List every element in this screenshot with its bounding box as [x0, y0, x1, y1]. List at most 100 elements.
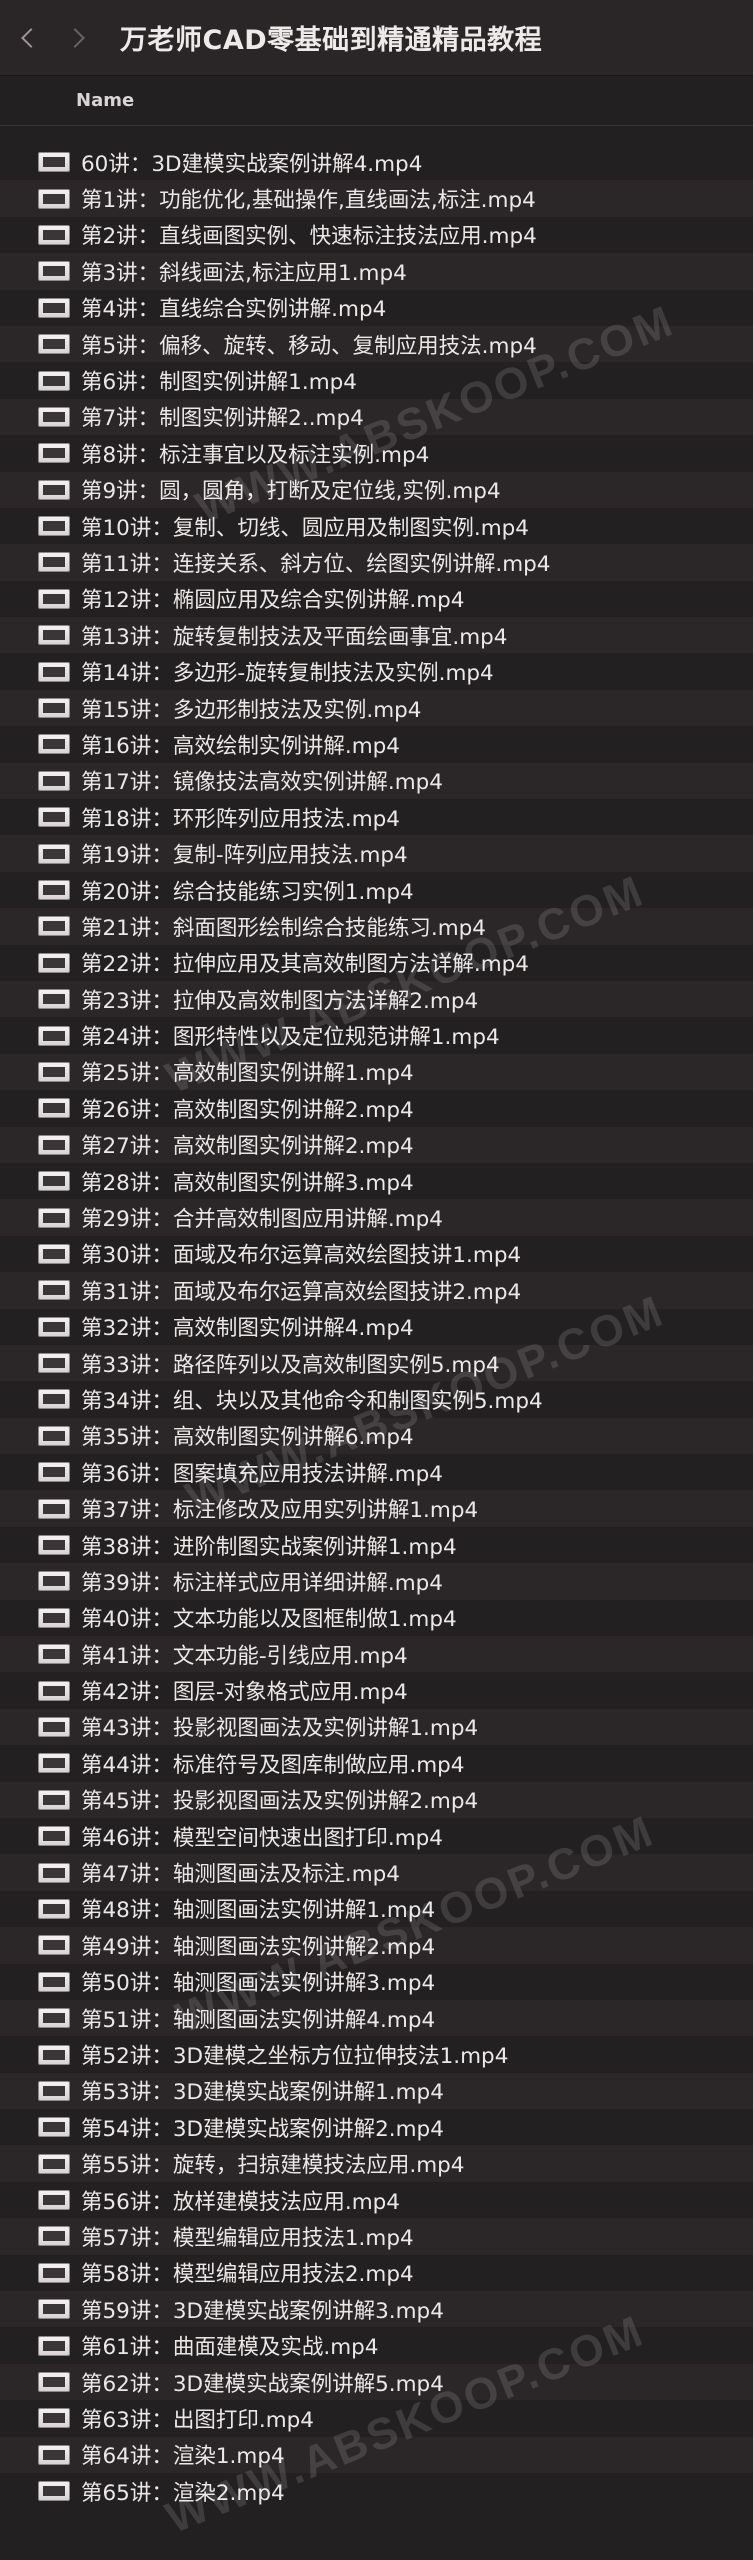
file-row[interactable]: 第32讲：高效制图实例讲解4.mp4: [0, 1309, 753, 1345]
file-name: 第28讲：高效制图实例讲解3.mp4: [81, 1170, 414, 1196]
file-name: 第34讲：组、块以及其他命令和制图实例5.mp4: [81, 1388, 543, 1414]
video-file-icon: [38, 443, 70, 464]
video-file-icon: [38, 734, 70, 755]
file-row[interactable]: 第38讲：进阶制图实战案例讲解1.mp4: [0, 1527, 753, 1563]
file-row[interactable]: 第8讲：标注事宜以及标注实例.mp4: [0, 435, 753, 471]
video-file-icon: [38, 152, 70, 173]
video-file-icon: [38, 770, 70, 791]
file-name: 第27讲：高效制图实例讲解2.mp4: [81, 1134, 414, 1160]
file-row[interactable]: 第39讲：标注样式应用详细讲解.mp4: [0, 1563, 753, 1600]
file-row[interactable]: 第20讲：综合技能练习实例1.mp4: [0, 872, 753, 908]
chevron-left-icon: [21, 27, 41, 48]
file-name: 第37讲：标注修改及应用实列讲解1.mp4: [81, 1498, 479, 1524]
file-row[interactable]: 第51讲：轴测图画法实例讲解4.mp4: [0, 1999, 753, 2037]
file-name: 第6讲：制图实例讲解1.mp4: [81, 370, 357, 396]
file-row[interactable]: 60讲：3D建模实战案例讲解4.mp4: [0, 144, 753, 180]
file-name: 第21讲：斜面图形绘制综合技能练习.mp4: [81, 915, 486, 941]
file-row[interactable]: 第63讲：出图打印.mp4: [0, 2400, 753, 2436]
video-file-icon: [38, 370, 70, 391]
file-name: 第8讲：标注事宜以及标注实例.mp4: [81, 442, 430, 468]
back-button[interactable]: [14, 18, 48, 58]
file-row[interactable]: 第10讲：复制、切线、圆应用及制图实例.mp4: [0, 508, 753, 544]
file-row[interactable]: 第30讲：面域及布尔运算高效绘图技讲1.mp4: [0, 1236, 753, 1272]
file-name: 第32讲：高效制图实例讲解4.mp4: [81, 1316, 414, 1342]
file-name: 第53讲：3D建模实战案例讲解1.mp4: [81, 2080, 444, 2106]
file-row[interactable]: 第45讲：投影视图画法及实例讲解2.mp4: [0, 1781, 753, 1818]
file-row[interactable]: 第9讲：圆，圆角，打断及定位线,实例.mp4: [0, 471, 753, 508]
file-row[interactable]: 第2讲：直线画图实例、快速标注技法应用.mp4: [0, 217, 753, 253]
file-row[interactable]: 第55讲：旋转，扫掠建模技法应用.mp4: [0, 2145, 753, 2182]
file-row[interactable]: 第47讲：轴测图画法及标注.mp4: [0, 1854, 753, 1891]
file-row[interactable]: 第19讲：复制-阵列应用技法.mp4: [0, 835, 753, 872]
forward-button[interactable]: [58, 18, 92, 58]
video-file-icon: [38, 1680, 70, 1701]
file-row[interactable]: 第64讲：渲染1.mp4: [0, 2436, 753, 2473]
file-row[interactable]: 第37讲：标注修改及应用实列讲解1.mp4: [0, 1490, 753, 1527]
file-name: 第3讲：斜线画法,标注应用1.mp4: [81, 260, 407, 286]
file-row[interactable]: 第29讲：合并高效制图应用讲解.mp4: [0, 1199, 753, 1236]
file-row[interactable]: 第21讲：斜面图形绘制综合技能练习.mp4: [0, 908, 753, 945]
file-row[interactable]: 第35讲：高效制图实例讲解6.mp4: [0, 1417, 753, 1455]
file-row[interactable]: 第6讲：制图实例讲解1.mp4: [0, 362, 753, 398]
file-row[interactable]: 第27讲：高效制图实例讲解2.mp4: [0, 1126, 753, 1163]
file-name: 第48讲：轴测图画法实例讲解1.mp4: [81, 1898, 436, 1924]
file-row[interactable]: 第43讲：投影视图画法及实例讲解1.mp4: [0, 1708, 753, 1746]
file-row[interactable]: 第46讲：模型空间快速出图打印.mp4: [0, 1818, 753, 1854]
file-row[interactable]: 第59讲：3D建模实战案例讲解3.mp4: [0, 2291, 753, 2328]
file-row[interactable]: 第62讲：3D建模实战案例讲解5.mp4: [0, 2363, 753, 2401]
file-row[interactable]: 第12讲：椭圆应用及综合实例讲解.mp4: [0, 581, 753, 617]
file-name: 第41讲：文本功能-引线应用.mp4: [81, 1643, 408, 1669]
file-row[interactable]: 第23讲：拉伸及高效制图方法详解2.mp4: [0, 980, 753, 1018]
file-row[interactable]: 第18讲：环形阵列应用技法.mp4: [0, 799, 753, 835]
file-name: 第13讲：旋转复制技法及平面绘画事宜.mp4: [81, 624, 508, 650]
file-row[interactable]: 第16讲：高效绘制实例讲解.mp4: [0, 726, 753, 762]
file-row[interactable]: 第41讲：文本功能-引线应用.mp4: [0, 1636, 753, 1673]
file-row[interactable]: 第5讲：偏移、旋转、移动、复制应用技法.mp4: [0, 325, 753, 363]
file-row[interactable]: 第1讲：功能优化,基础操作,直线画法,标注.mp4: [0, 180, 753, 217]
file-row[interactable]: 第26讲：高效制图实例讲解2.mp4: [0, 1090, 753, 1126]
file-row[interactable]: 第3讲：斜线画法,标注应用1.mp4: [0, 253, 753, 290]
file-row[interactable]: 第57讲：模型编辑应用技法1.mp4: [0, 2218, 753, 2255]
file-row[interactable]: 第4讲：直线综合实例讲解.mp4: [0, 290, 753, 326]
file-row[interactable]: 第58讲：模型编辑应用技法2.mp4: [0, 2255, 753, 2291]
file-name: 第49讲：轴测图画法实例讲解2.mp4: [81, 1934, 436, 1960]
file-row[interactable]: 第28讲：高效制图实例讲解3.mp4: [0, 1163, 753, 1199]
video-file-icon: [38, 224, 70, 245]
file-row[interactable]: 第33讲：路径阵列以及高效制图实例5.mp4: [0, 1344, 753, 1382]
file-name: 第36讲：图案填充应用技法讲解.mp4: [81, 1461, 443, 1487]
file-row[interactable]: 第42讲：图层-对象格式应用.mp4: [0, 1672, 753, 1708]
file-row[interactable]: 第54讲：3D建模实战案例讲解2.mp4: [0, 2109, 753, 2145]
file-row[interactable]: 第31讲：面域及布尔运算高效绘图技讲2.mp4: [0, 1272, 753, 1309]
file-row[interactable]: 第53讲：3D建模实战案例讲解1.mp4: [0, 2072, 753, 2110]
file-row[interactable]: 第14讲：多边形-旋转复制技法及实例.mp4: [0, 653, 753, 689]
column-header-name[interactable]: Name: [0, 76, 753, 126]
video-file-icon: [38, 880, 70, 900]
file-row[interactable]: 第36讲：图案填充应用技法讲解.mp4: [0, 1454, 753, 1490]
file-name: 第55讲：旋转，扫掠建模技法应用.mp4: [81, 2153, 465, 2179]
file-row[interactable]: 第17讲：镜像技法高效实例讲解.mp4: [0, 762, 753, 800]
file-row[interactable]: 第44讲：标准符号及图库制做应用.mp4: [0, 1745, 753, 1781]
file-name: 第45讲：投影视图画法及实例讲解2.mp4: [81, 1789, 479, 1815]
file-row[interactable]: 第48讲：轴测图画法实例讲解1.mp4: [0, 1891, 753, 1927]
video-file-icon: [38, 2299, 70, 2320]
file-row[interactable]: 第25讲：高效制图实例讲解1.mp4: [0, 1053, 753, 1091]
video-file-icon: [38, 2117, 70, 2138]
file-row[interactable]: 第7讲：制图实例讲解2..mp4: [0, 398, 753, 436]
file-row[interactable]: 第11讲：连接关系、斜方位、绘图实例讲解.mp4: [0, 544, 753, 581]
file-row[interactable]: 第22讲：拉伸应用及其高效制图方法详解.mp4: [0, 945, 753, 981]
file-row[interactable]: 第40讲：文本功能以及图框制做1.mp4: [0, 1600, 753, 1636]
file-row[interactable]: 第52讲：3D建模之坐标方位拉伸技法1.mp4: [0, 2036, 753, 2072]
file-row[interactable]: 第56讲：放样建模技法应用.mp4: [0, 2182, 753, 2218]
file-row[interactable]: 第49讲：轴测图画法实例讲解2.mp4: [0, 1927, 753, 1964]
file-row[interactable]: 第15讲：多边形制技法及实例.mp4: [0, 689, 753, 727]
file-row[interactable]: 第34讲：组、块以及其他命令和制图实例5.mp4: [0, 1381, 753, 1417]
chevron-right-icon: [65, 27, 85, 48]
file-name: 第56讲：放样建模技法应用.mp4: [81, 2189, 400, 2215]
file-row[interactable]: 第13讲：旋转复制技法及平面绘画事宜.mp4: [0, 617, 753, 654]
file-name: 第35讲：高效制图实例讲解6.mp4: [81, 1425, 414, 1451]
file-row[interactable]: 第50讲：轴测图画法实例讲解3.mp4: [0, 1964, 753, 2000]
file-row[interactable]: 第24讲：图形特性以及定位规范讲解1.mp4: [0, 1017, 753, 1053]
video-file-icon: [38, 625, 70, 646]
file-row[interactable]: 第61讲：曲面建模及实战.mp4: [0, 2327, 753, 2363]
file-row[interactable]: 第65讲：渲染2.mp4: [0, 2473, 753, 2509]
